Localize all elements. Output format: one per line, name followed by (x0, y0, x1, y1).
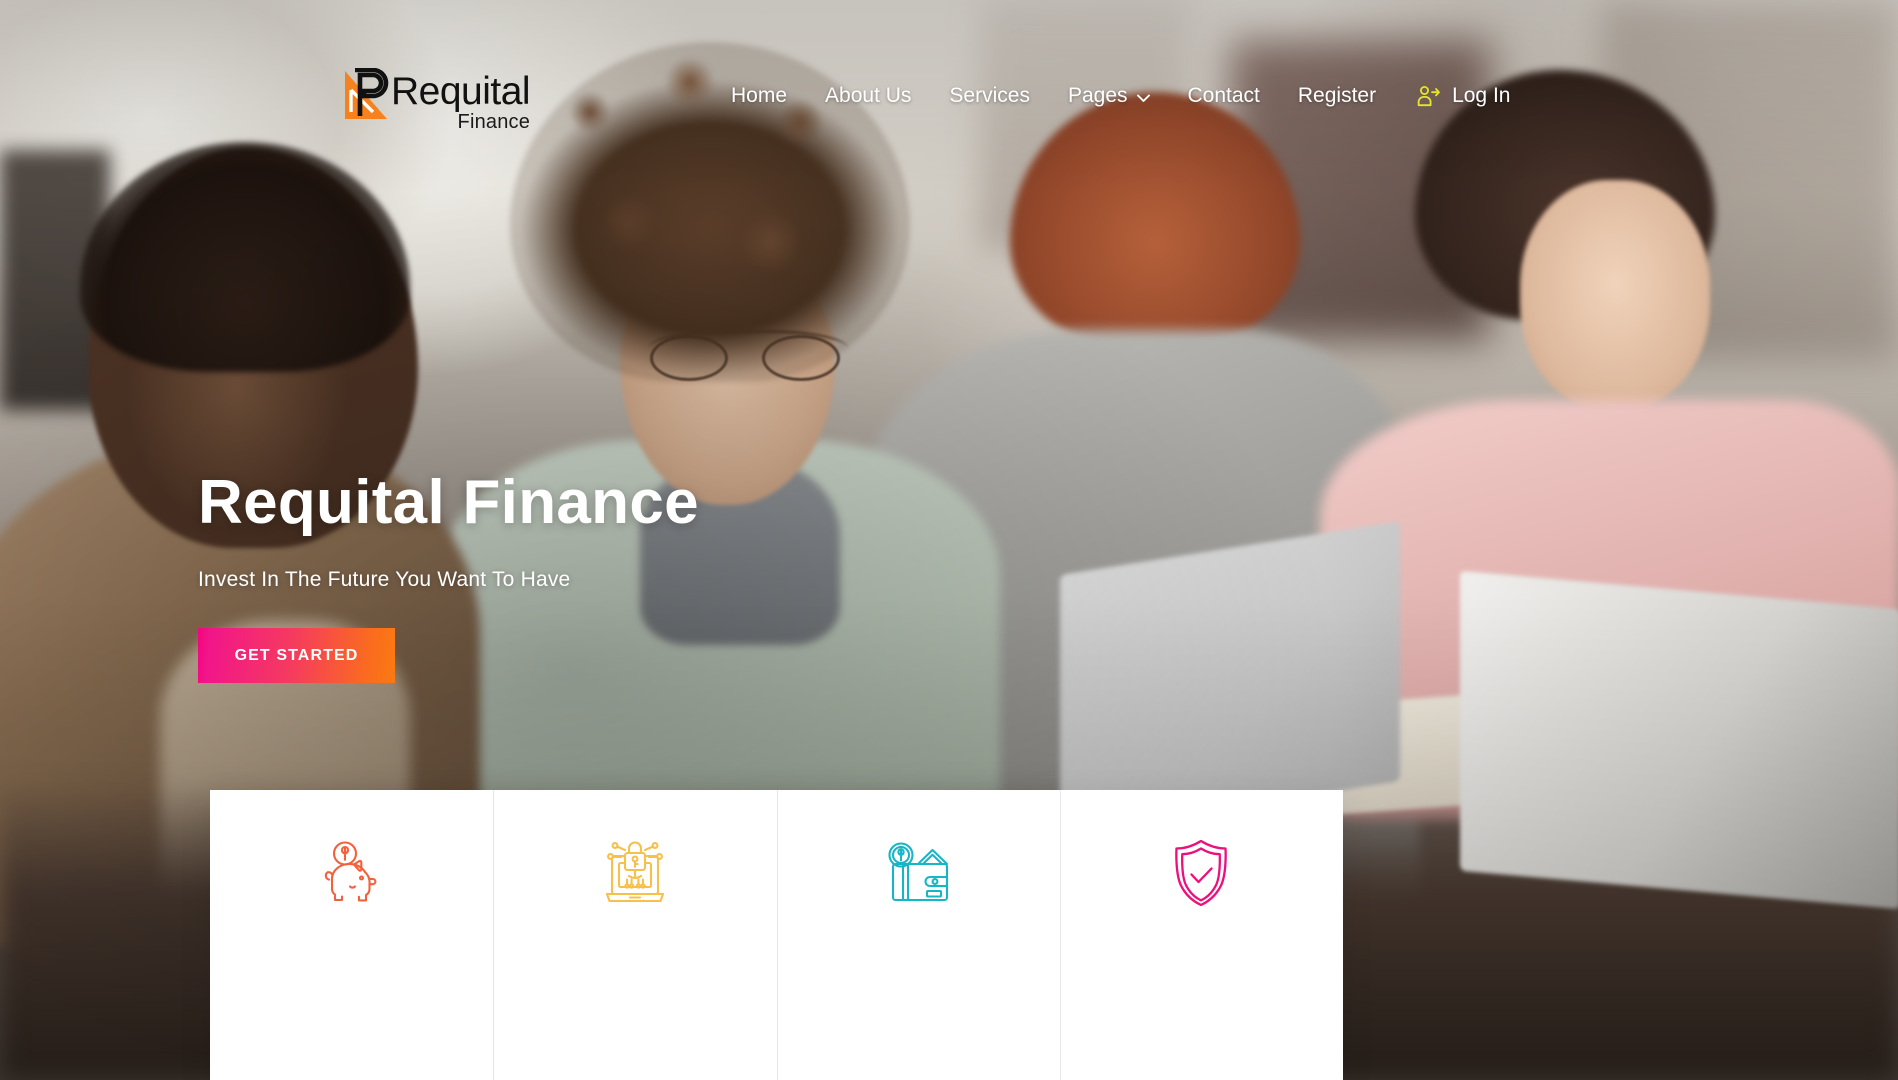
wallet-coin-house-icon (888, 842, 949, 902)
get-started-button[interactable]: GET STARTED (198, 628, 395, 684)
nav-item-pages[interactable]: Pages (1049, 78, 1169, 114)
nav-item-label: Home (731, 84, 788, 107)
nav-item-log-in[interactable]: Log In (1395, 78, 1529, 114)
laptop-security-lock-icon (605, 841, 664, 903)
requital-r-monogram-icon (345, 68, 389, 119)
main-navigation: Home About Us Services Pages Contact Reg… (712, 78, 1529, 114)
landing-page: Requital Finance Home About Us Services … (0, 0, 1898, 1080)
brand-logo[interactable]: Requital Finance (343, 68, 531, 133)
nav-item-label: Register (1297, 84, 1377, 107)
nav-item-label: Log In (1452, 84, 1511, 107)
site-header: Requital Finance Home About Us Services … (0, 0, 1898, 160)
nav-item-label: Contact (1187, 84, 1260, 107)
nav-item-home[interactable]: Home (712, 78, 806, 114)
nav-item-label: Pages (1067, 84, 1128, 107)
nav-item-contact[interactable]: Contact (1169, 78, 1279, 114)
nav-item-register[interactable]: Register (1279, 78, 1395, 114)
feature-card-security[interactable] (493, 790, 776, 1080)
brand-subtitle: Finance (457, 110, 531, 133)
nav-item-label: About Us (825, 84, 912, 107)
hero-title: Requital Finance (198, 468, 699, 537)
nav-item-label: Services (949, 84, 1030, 107)
nav-item-services[interactable]: Services (930, 78, 1049, 114)
shield-check-icon (1175, 839, 1228, 907)
feature-card-protection[interactable] (1059, 790, 1343, 1080)
hero-section: Requital Finance Invest In The Future Yo… (198, 468, 1098, 684)
feature-card-savings[interactable] (210, 790, 493, 1080)
hero-subtitle: Invest In The Future You Want To Have (198, 568, 571, 592)
brand-wordmark: Requital Finance (391, 68, 531, 133)
chevron-down-icon (1136, 94, 1150, 102)
nav-item-about-us[interactable]: About Us (806, 78, 930, 114)
user-login-icon (1417, 86, 1440, 107)
brand-name: Requital (391, 70, 531, 113)
feature-card-strip (210, 790, 1343, 1080)
feature-card-mortgage[interactable] (776, 790, 1060, 1080)
piggy-bank-dollar-icon (324, 841, 377, 902)
